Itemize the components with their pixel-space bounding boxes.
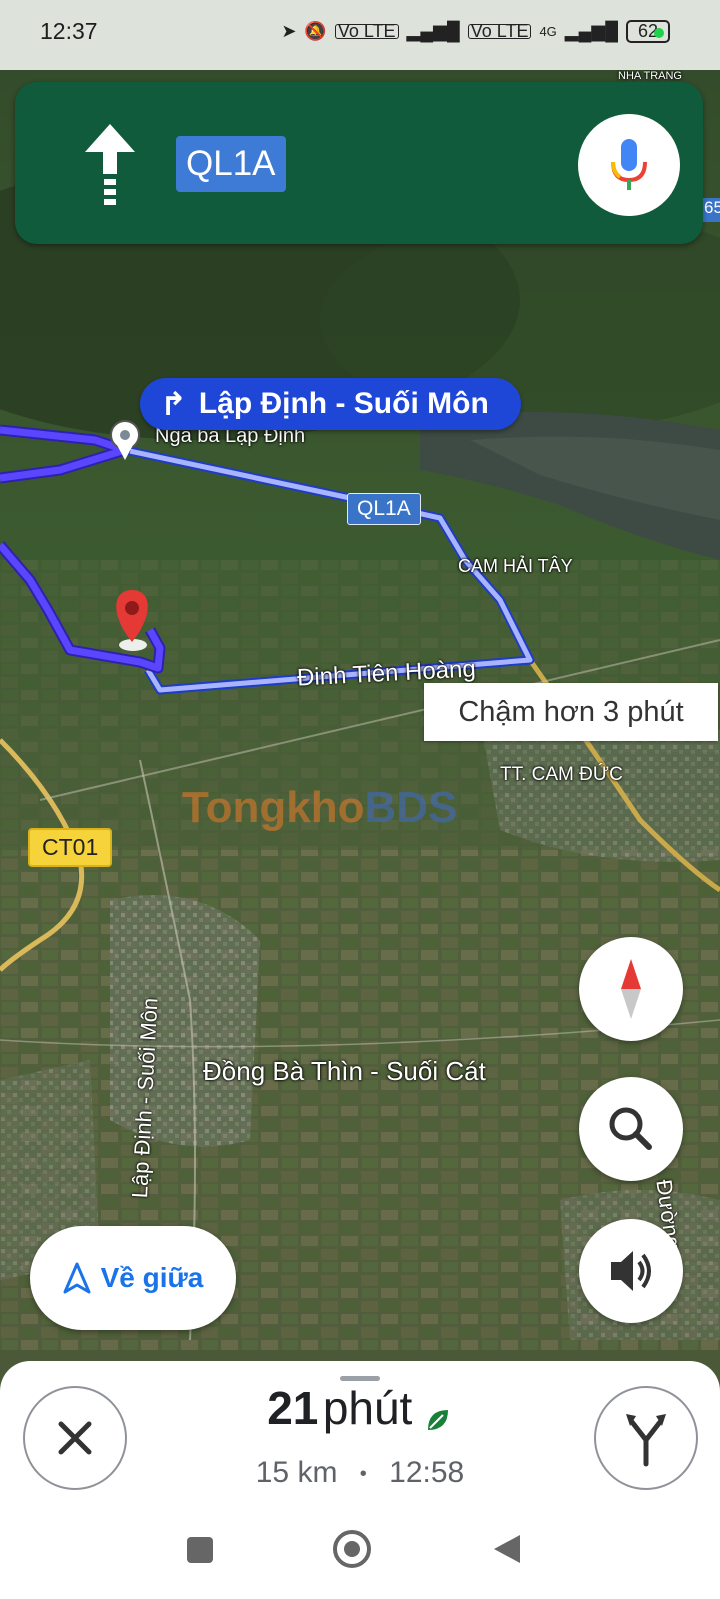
recenter-button[interactable]: Về giữa [30, 1226, 236, 1330]
duration-unit: phút [322, 1382, 413, 1434]
home-dot-icon [344, 1541, 360, 1557]
watermark-part2: BDS [364, 783, 458, 832]
mute-bell-icon: 🔕 [304, 21, 327, 41]
map-label-nha-trang: NHA TRANG [618, 70, 682, 82]
trip-distance: 15 km [255, 1456, 338, 1489]
watermark: TongkhoBDS [182, 783, 457, 833]
map-shield-65: 65 [702, 198, 720, 222]
back-button[interactable] [492, 1533, 522, 1565]
map-label-dong-ba-thin: Đồng Bà Thìn - Suối Cát [203, 1056, 486, 1086]
turn-right-icon: ↱ [160, 386, 187, 422]
search-icon [609, 1107, 652, 1150]
navigation-arrow-icon [63, 1262, 91, 1294]
volte-tag-2: Vo LTE [467, 22, 532, 40]
recents-button[interactable] [187, 1537, 213, 1563]
speaker-icon [611, 1251, 651, 1291]
watermark-part1: Tongkho [182, 783, 365, 832]
leaf-icon [427, 1409, 448, 1430]
privacy-dot-icon [654, 28, 664, 38]
signal-icon-2: ▂▄▆█ [564, 21, 618, 41]
duration-value: 21 [267, 1382, 319, 1434]
arrival-time: 12:58 [389, 1456, 465, 1489]
trip-separator: • [359, 1462, 367, 1485]
microphone-icon [611, 139, 647, 190]
road-shield-ct01: CT01 [28, 828, 113, 867]
search-button[interactable] [579, 1077, 683, 1181]
signal-icon: ▂▄▆█ [406, 21, 460, 41]
compass-button[interactable] [579, 937, 683, 1041]
trip-duration: 21 phút [0, 1381, 720, 1435]
straight-arrow-icon [85, 124, 135, 205]
alternate-route-note[interactable]: Chậm hơn 3 phút [424, 683, 718, 741]
home-button[interactable] [333, 1530, 371, 1568]
network-type: 4G [539, 24, 557, 39]
map-label-tt-cam-duc: TT. CAM ĐỨC [500, 764, 623, 785]
next-turn-road: Lập Định - Suối Môn [198, 387, 489, 420]
road-shield-ql1a: QL1A [347, 493, 421, 525]
status-time: 12:37 [40, 18, 98, 44]
trip-details: 15 km • 12:58 [0, 1456, 720, 1490]
map-label-cam-hai-tay: CAM HẢI TÂY [458, 556, 573, 576]
volte-tag-1: Vo LTE [334, 22, 399, 40]
current-road-label: QL1A [176, 136, 286, 192]
recenter-label: Về giữa [100, 1262, 204, 1293]
voice-search-button[interactable] [578, 114, 680, 216]
location-arrow-icon: ➤ [281, 21, 297, 41]
compass-icon [621, 959, 641, 1019]
status-icons: ➤ 🔕 Vo LTE ▂▄▆█ Vo LTE 4G ▂▄▆█ 62 [281, 20, 670, 43]
status-bar: 12:37 ➤ 🔕 Vo LTE ▂▄▆█ Vo LTE 4G ▂▄▆█ 62 [0, 0, 720, 70]
next-turn-banner[interactable]: ↱ Lập Định - Suối Môn [140, 378, 521, 430]
sound-button[interactable] [579, 1219, 683, 1323]
